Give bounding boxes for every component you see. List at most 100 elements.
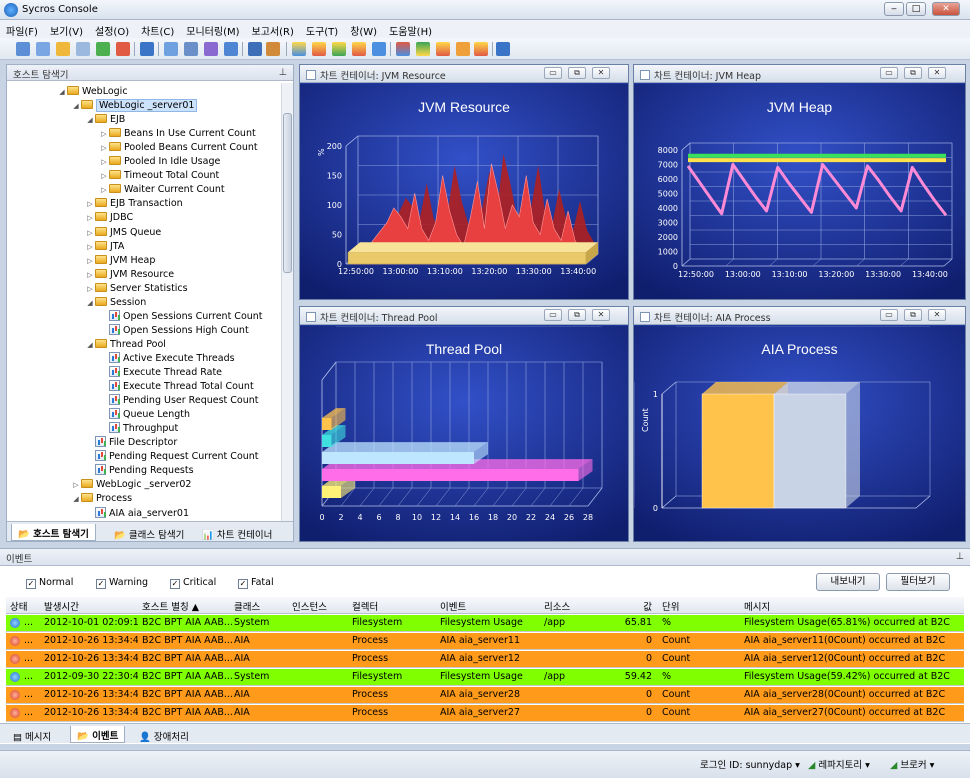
tree-node[interactable]: Pending User Request Count <box>99 394 259 408</box>
tree-node[interactable]: ▷ Pooled Beans Current Count <box>99 141 258 155</box>
expand-icon[interactable]: ◢ <box>71 99 81 113</box>
event-row[interactable]: ... 2012-10-26 13:34:46 B2C BPT AIA AAB...… <box>6 687 964 704</box>
filter-normal-checkbox[interactable]: ✓ Normal <box>26 577 73 589</box>
tab-class-explorer[interactable]: 📂 클래스 탐색기 <box>107 524 191 541</box>
tree-node[interactable]: ▷ JVM Heap <box>85 254 155 268</box>
minimize-icon[interactable]: ▭ <box>880 67 898 79</box>
event-row[interactable]: ... 2012-10-26 13:34:46 B2C BPT AIA AAB...… <box>6 651 964 668</box>
tree-node[interactable]: ◢ Process <box>71 492 132 506</box>
expand-icon[interactable]: ▷ <box>99 155 109 169</box>
pie-chart-icon[interactable] <box>456 42 470 56</box>
event-row[interactable]: ... 2012-10-26 13:34:46 B2C BPT AIA AAB...… <box>6 633 964 650</box>
tree-node[interactable]: Open Sessions Current Count <box>99 309 263 324</box>
tree-node[interactable]: ▷ WebLogic _server02 <box>71 478 191 492</box>
tree-node[interactable]: ▷ EJB Transaction <box>85 197 183 211</box>
close-icon[interactable]: ✕ <box>928 309 946 321</box>
expand-icon[interactable]: ◢ <box>85 296 95 310</box>
close-icon[interactable]: ✕ <box>592 309 610 321</box>
tree-node[interactable]: Execute Thread Rate <box>99 366 222 380</box>
column-header[interactable]: 단위 <box>662 599 742 613</box>
tab-chart-container[interactable]: 📊 차트 컨테이너 <box>195 524 279 541</box>
restore-icon[interactable]: ⧉ <box>568 67 586 79</box>
user-icon[interactable] <box>266 42 280 56</box>
menu-settings[interactable]: 설정(O) <box>89 20 135 38</box>
column-chart-icon[interactable] <box>352 42 366 56</box>
expand-icon[interactable]: ▷ <box>85 197 95 211</box>
expand-icon[interactable]: ▷ <box>85 211 95 225</box>
restore-icon[interactable]: ⧉ <box>568 309 586 321</box>
repository-status[interactable]: ◢ 레파지토리 ▾ <box>808 757 870 771</box>
login-status[interactable]: 로그인 ID: sunnydap ▾ <box>700 757 800 771</box>
menu-report[interactable]: 보고서(R) <box>246 20 300 38</box>
event-row[interactable]: ... 2012-09-30 22:30:42 B2C BPT AIA AAB...… <box>6 669 964 686</box>
expand-icon[interactable]: ▷ <box>99 127 109 141</box>
filter-critical-checkbox[interactable]: ✓ Critical <box>170 577 216 589</box>
connect-icon[interactable] <box>16 42 30 56</box>
tree-node[interactable]: ◢ WebLogic <box>57 85 128 99</box>
expand-icon[interactable]: ▷ <box>85 226 95 240</box>
tree-node[interactable]: File Descriptor <box>85 436 177 450</box>
export-icon[interactable] <box>140 42 154 56</box>
dashboard-icon[interactable] <box>496 42 510 56</box>
menu-chart[interactable]: 차트(C) <box>135 20 180 38</box>
area-chart-icon[interactable] <box>332 42 346 56</box>
tree-node[interactable]: AIA aia_server01 <box>85 506 189 521</box>
expand-icon[interactable]: ▷ <box>85 268 95 282</box>
expand-icon[interactable]: ▷ <box>99 141 109 155</box>
column-header[interactable]: 리소스 <box>544 599 600 613</box>
expand-icon[interactable]: ▷ <box>85 254 95 268</box>
tree-node[interactable]: Open Sessions High Count <box>99 323 249 338</box>
close-button[interactable]: ✕ <box>932 2 960 16</box>
tree-node[interactable]: Active Execute Threads <box>99 351 235 366</box>
pin-icon[interactable]: ⊥ <box>956 551 964 562</box>
menu-window[interactable]: 창(W) <box>344 20 383 38</box>
tree-scrollbar[interactable] <box>281 83 293 521</box>
tree-node[interactable]: Pending Request Current Count <box>85 450 259 464</box>
tree-node[interactable]: Throughput <box>99 422 178 436</box>
tab-host-explorer[interactable]: 📂 호스트 탐색기 <box>11 524 96 541</box>
column-header[interactable]: 인스턴스 <box>292 599 350 613</box>
filter-warning-checkbox[interactable]: ✓ Warning <box>96 577 148 589</box>
expand-icon[interactable]: ◢ <box>85 338 95 352</box>
event-row[interactable]: ... 2012-10-26 13:34:46 B2C BPT AIA AAB...… <box>6 705 964 722</box>
minimize-icon[interactable]: ▭ <box>880 309 898 321</box>
tree-node[interactable]: ◢ WebLogic _server01 <box>71 99 198 113</box>
expand-icon[interactable]: ▷ <box>99 183 109 197</box>
tree-node[interactable]: Pending Requests <box>85 464 194 478</box>
filter-view-button[interactable]: 필터보기 <box>886 573 950 591</box>
table-icon[interactable] <box>116 42 130 56</box>
tab-messages[interactable]: ▤ 메시지 <box>6 726 58 743</box>
column-header[interactable]: 클래스 <box>234 599 290 613</box>
mixed-chart-icon[interactable] <box>416 42 430 56</box>
menu-file[interactable]: 파일(F) <box>0 20 44 38</box>
line-chart-icon[interactable] <box>292 42 306 56</box>
expand-icon[interactable]: ▷ <box>71 478 81 492</box>
window-icon[interactable] <box>36 42 50 56</box>
host-icon[interactable] <box>248 42 262 56</box>
column-header[interactable]: 호스트 별칭 ▲ <box>142 599 232 613</box>
tree-node[interactable]: ▷ JVM Resource <box>85 268 174 282</box>
expand-icon[interactable]: ▷ <box>99 169 109 183</box>
column-header[interactable]: 메시지 <box>744 599 964 613</box>
menu-tools[interactable]: 도구(T) <box>300 20 344 38</box>
close-icon[interactable]: ✕ <box>592 67 610 79</box>
menu-view[interactable]: 보기(V) <box>44 20 89 38</box>
column-header[interactable]: 이벤트 <box>440 599 540 613</box>
minimize-icon[interactable]: ▭ <box>544 309 562 321</box>
broker-status[interactable]: ◢ 브로커 ▾ <box>890 757 934 771</box>
event-row[interactable]: ... 2012-10-01 02:09:19 B2C BPT AIA AAB...… <box>6 615 964 632</box>
tree-node[interactable]: ▷ JMS Queue <box>85 226 161 240</box>
filter-icon[interactable] <box>204 42 218 56</box>
tree-node[interactable]: ▷ Timeout Total Count <box>99 169 219 183</box>
open-folder-icon[interactable] <box>56 42 70 56</box>
expand-icon[interactable]: ▷ <box>85 282 95 296</box>
scroll-thumb[interactable] <box>283 113 292 273</box>
expand-icon[interactable]: ◢ <box>71 492 81 506</box>
expand-icon[interactable]: ◢ <box>57 85 67 99</box>
filter-fatal-checkbox[interactable]: ✓ Fatal <box>238 577 274 589</box>
gauge-chart-icon[interactable] <box>372 42 386 56</box>
expand-icon[interactable]: ▷ <box>85 240 95 254</box>
tab-events[interactable]: 📂 이벤트 <box>70 726 126 743</box>
stack-chart-icon[interactable] <box>396 42 410 56</box>
search-icon[interactable] <box>164 42 178 56</box>
